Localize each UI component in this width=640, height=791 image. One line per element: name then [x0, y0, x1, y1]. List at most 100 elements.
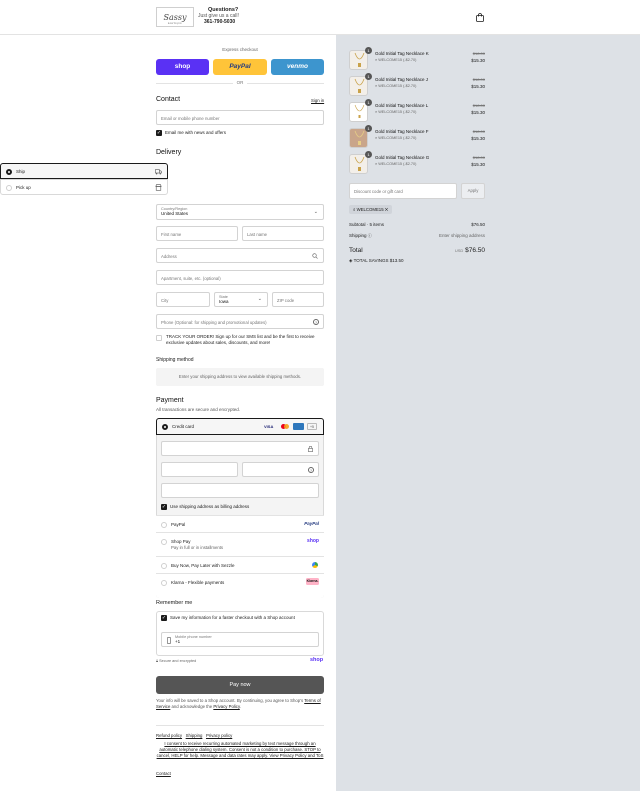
apply-discount-button[interactable]: Apply: [461, 183, 485, 199]
amex-icon: [293, 423, 304, 430]
phone-field[interactable]: Phone (Optional: for shipping and promot…: [156, 314, 324, 329]
credit-card-option[interactable]: Credit card VISA +5: [156, 418, 324, 435]
klarna-label: Klarna - Flexible payments: [171, 580, 225, 586]
total-row: Total USD $76.50: [349, 247, 485, 254]
site-header: Sassy BOUTIQUE Questions? Just give us a…: [0, 0, 640, 35]
paypal-express-button[interactable]: PayPal: [213, 59, 267, 75]
paypal-option[interactable]: PayPal PayPal: [156, 515, 324, 532]
ship-radio[interactable]: [6, 169, 12, 175]
billing-checkbox[interactable]: ✓: [161, 504, 167, 510]
total-amount: USD $76.50: [455, 247, 485, 254]
contact-link[interactable]: Contact: [156, 771, 171, 776]
sale-price: $15.30: [471, 84, 485, 89]
shipping-label: Shipping: [349, 233, 367, 238]
mobile-phone-icon: [167, 637, 171, 644]
apartment-field[interactable]: Apartment, suite, etc. (optional): [156, 270, 324, 285]
store-logo[interactable]: Sassy BOUTIQUE: [156, 7, 194, 27]
expiry-field[interactable]: [161, 462, 238, 477]
phone-number[interactable]: 361-790-5030: [204, 19, 245, 25]
discount-text: WELCOME15 (-$2.70): [378, 58, 417, 62]
klarna-radio[interactable]: [161, 580, 167, 586]
help-icon[interactable]: ?: [313, 319, 319, 325]
cart-item: 1 Gold Initial Tag Necklace G ⌕ WELCOME1…: [349, 151, 485, 176]
venmo-express-button[interactable]: venmo: [271, 59, 324, 75]
sms-consent-text[interactable]: I consent to receive recurring automated…: [156, 741, 324, 758]
remember-me-heading: Remember me: [156, 600, 193, 606]
email-field[interactable]: Email or mobile phone number: [156, 110, 324, 125]
logo-text: Sassy: [163, 12, 187, 22]
ship-option[interactable]: Ship: [0, 163, 168, 179]
quantity-badge: 1: [365, 125, 372, 132]
news-checkbox[interactable]: ✓: [156, 130, 162, 136]
billing-checkbox-row[interactable]: ✓ Use shipping address as billing address: [161, 504, 249, 510]
legal-intro: Your info will be saved to a Shop accoun…: [156, 698, 304, 703]
zip-field[interactable]: ZIP code: [272, 292, 324, 307]
credit-card-radio[interactable]: [162, 424, 168, 430]
pickup-option[interactable]: Pick up: [0, 179, 168, 195]
product-name: Gold Initial Tag Necklace L: [375, 103, 429, 108]
shop-pay-express-button[interactable]: shop: [156, 59, 209, 75]
discount-code-text: WELCOME15: [356, 207, 384, 212]
payment-heading: Payment: [156, 397, 184, 404]
pickup-radio[interactable]: [6, 185, 12, 191]
cart-item: 1 Gold Initial Tag Necklace J ⌕ WELCOME1…: [349, 73, 485, 98]
total-value: $76.50: [465, 247, 485, 254]
close-icon[interactable]: ✕: [385, 207, 388, 212]
paypal-logo: PayPal: [304, 521, 319, 526]
card-number-field[interactable]: [161, 441, 319, 456]
privacy-policy-link[interactable]: Privacy policy: [206, 733, 232, 738]
discount-text: WELCOME15 (-$2.70): [378, 110, 417, 114]
refund-policy-link[interactable]: Refund policy: [156, 733, 182, 738]
pay-now-button[interactable]: Pay now: [156, 676, 324, 694]
mobile-phone-value: +1: [175, 638, 181, 644]
sign-in-link[interactable]: Sign in: [311, 98, 324, 103]
mobile-phone-field[interactable]: Mobile phone number +1: [161, 632, 319, 647]
shop-pay-radio[interactable]: [161, 539, 167, 545]
country-value: United States: [161, 210, 189, 216]
product-name: Gold Initial Tag Necklace J: [375, 77, 428, 82]
shopping-bag-icon[interactable]: [476, 13, 484, 22]
tag-icon: ⌕: [375, 136, 378, 140]
shop-pay-logo: shop: [307, 538, 319, 544]
shop-pay-subtitle: Pay in full or in installments: [171, 545, 224, 550]
save-info-label: Save my information for a faster checkou…: [170, 615, 295, 621]
state-select[interactable]: State Iowa ⌄: [214, 292, 268, 307]
pickup-label: Pick up: [16, 185, 31, 191]
product-discount: ⌕ WELCOME15 (-$2.70): [375, 110, 416, 114]
klarna-option[interactable]: Klarna - Flexible payments Klarna.: [156, 573, 324, 598]
first-name-field[interactable]: First name: [156, 226, 238, 241]
save-info-row[interactable]: ✓ Save my information for a faster checko…: [161, 615, 295, 621]
help-block: Questions? Just give us a call! 361-790-…: [198, 7, 239, 25]
ship-label: Ship: [16, 169, 26, 175]
address-field[interactable]: Address: [156, 248, 324, 263]
sms-opt-in-row[interactable]: TRACK YOUR ORDER! Sign up for our SMS li…: [156, 334, 324, 346]
sezzle-radio[interactable]: [161, 563, 167, 569]
shop-legal-text: Your info will be saved to a Shop accoun…: [156, 698, 321, 709]
questions-heading: Questions?: [208, 7, 239, 13]
name-on-card-field[interactable]: [161, 483, 319, 498]
sms-checkbox[interactable]: [156, 335, 162, 341]
applied-discount-tag: ⌕ WELCOME15 ✕: [349, 205, 393, 214]
shipping-policy-link[interactable]: Shipping: [186, 733, 203, 738]
privacy-link[interactable]: Privacy Policy: [213, 704, 239, 709]
tag-icon: ⌕: [375, 110, 378, 114]
country-select[interactable]: Country/Region United States ⌄: [156, 204, 324, 220]
tag-icon: ◈: [349, 258, 353, 263]
tag-icon: ⌕: [375, 162, 378, 166]
help-icon[interactable]: ⓘ: [368, 233, 372, 238]
original-price: $18.00: [472, 103, 485, 108]
news-checkbox-row[interactable]: ✓ Email me with news and offers: [156, 130, 226, 136]
save-info-checkbox[interactable]: ✓: [161, 615, 167, 621]
security-code-field[interactable]: ?: [242, 462, 319, 477]
cart-item: 1 Gold Initial Tag Necklace K ⌕ WELCOME1…: [349, 47, 485, 72]
discount-code-field[interactable]: Discount code or gift card: [349, 183, 457, 199]
last-name-field[interactable]: Last name: [242, 226, 324, 241]
currency-code: USD: [454, 248, 464, 253]
news-label: Email me with news and offers: [165, 130, 226, 136]
city-field[interactable]: City: [156, 292, 210, 307]
sezzle-option[interactable]: Buy Now, Pay Later with Sezzle: [156, 556, 324, 573]
tag-icon: ⌕: [375, 84, 378, 88]
help-icon[interactable]: ?: [308, 467, 314, 473]
paypal-radio[interactable]: [161, 522, 167, 528]
shop-pay-option[interactable]: Shop Pay Pay in full or in installments …: [156, 532, 324, 556]
